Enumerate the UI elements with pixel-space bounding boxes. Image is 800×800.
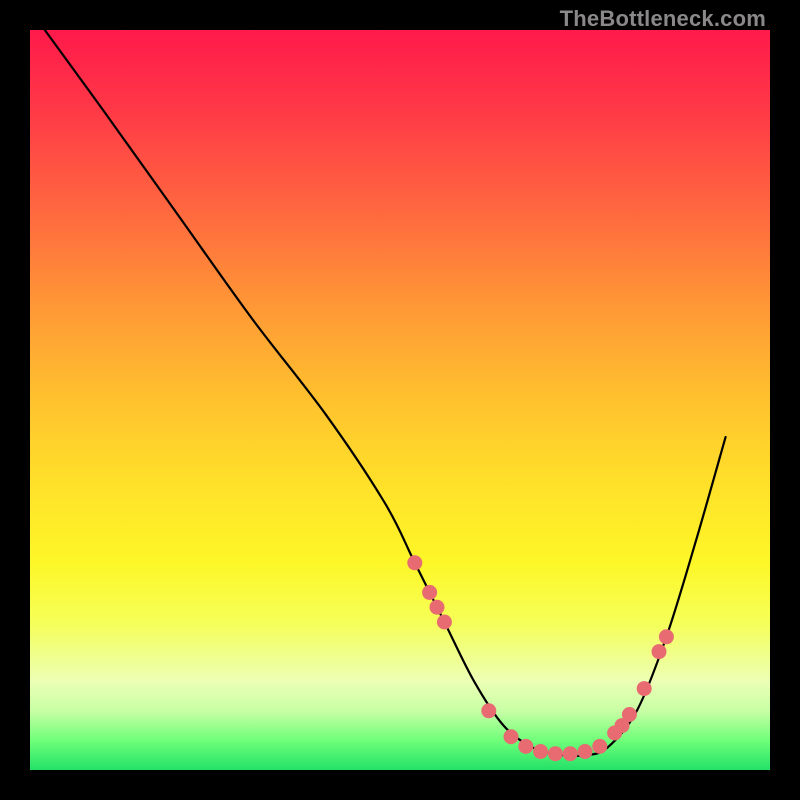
data-marker xyxy=(563,746,578,761)
data-marker xyxy=(578,744,593,759)
data-marker xyxy=(652,644,667,659)
data-marker xyxy=(422,585,437,600)
data-marker xyxy=(592,739,607,754)
marker-group xyxy=(407,555,674,761)
bottleneck-curve xyxy=(45,30,726,756)
data-marker xyxy=(637,681,652,696)
data-marker xyxy=(659,629,674,644)
data-marker xyxy=(481,703,496,718)
data-marker xyxy=(533,744,548,759)
watermark-text: TheBottleneck.com xyxy=(560,6,766,32)
data-marker xyxy=(437,615,452,630)
data-marker xyxy=(504,729,519,744)
chart-container: TheBottleneck.com xyxy=(0,0,800,800)
data-marker xyxy=(548,746,563,761)
data-marker xyxy=(622,707,637,722)
data-marker xyxy=(430,600,445,615)
data-marker xyxy=(407,555,422,570)
plot-area xyxy=(30,30,770,770)
data-marker xyxy=(518,739,533,754)
chart-svg xyxy=(30,30,770,770)
